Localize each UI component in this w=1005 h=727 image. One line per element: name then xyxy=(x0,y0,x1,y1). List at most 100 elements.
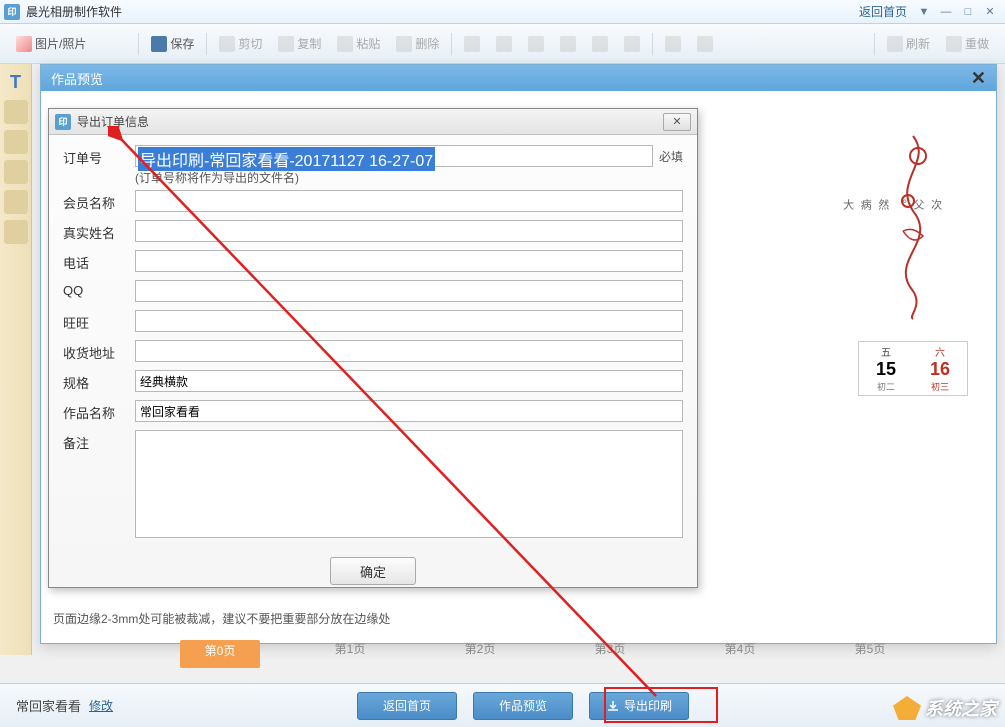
refresh-button[interactable]: 刷新 xyxy=(879,30,938,58)
paste-icon xyxy=(337,36,353,52)
work-input[interactable] xyxy=(135,400,683,422)
paste-button[interactable]: 粘贴 xyxy=(329,30,388,58)
generic-icon xyxy=(528,36,544,52)
qq-input[interactable] xyxy=(135,280,683,302)
cut-icon xyxy=(219,36,235,52)
remark-label: 备注 xyxy=(63,430,135,452)
export-icon xyxy=(606,699,620,713)
refresh-label: 刷新 xyxy=(906,35,930,52)
modify-link[interactable]: 修改 xyxy=(89,697,113,714)
watermark: 系统之家 xyxy=(893,695,997,721)
redo-icon xyxy=(946,36,962,52)
phone-input[interactable] xyxy=(135,250,683,272)
order-form: 订单号 导出印刷-常回家看看-20171127 16-27-07 (订单号称将作… xyxy=(49,135,697,595)
order-no-label: 订单号 xyxy=(63,145,135,167)
member-input[interactable] xyxy=(135,190,683,212)
tool-2[interactable] xyxy=(488,30,520,58)
generic-icon xyxy=(665,36,681,52)
title-bar: 印 晨光相册制作软件 返回首页 ▼ — □ ✕ xyxy=(0,0,1005,24)
bottom-bar: 常回家看看 修改 返回首页 作品预览 导出印刷 xyxy=(0,683,1005,727)
preview-button-label: 作品预览 xyxy=(499,697,547,714)
redo-label: 重做 xyxy=(965,35,989,52)
app-title: 晨光相册制作软件 xyxy=(26,3,122,20)
export-print-button[interactable]: 导出印刷 xyxy=(589,692,689,720)
generic-icon xyxy=(624,36,640,52)
export-order-dialog: 印 导出订单信息 ✕ 订单号 导出印刷-常回家看看-20171127 16-27… xyxy=(48,108,698,588)
address-input[interactable] xyxy=(135,340,683,362)
order-dialog-titlebar: 印 导出订单信息 ✕ xyxy=(49,109,697,135)
preview-header: 作品预览 ✕ xyxy=(41,65,996,91)
thumb-page-2[interactable]: 第2页 xyxy=(440,640,520,668)
address-label: 收货地址 xyxy=(63,340,135,362)
sidebar-tool-6[interactable] xyxy=(4,220,28,244)
copy-icon xyxy=(278,36,294,52)
cal-sub-15: 初二 xyxy=(861,380,911,393)
tool-7[interactable] xyxy=(657,30,689,58)
crop-hint-text: 页面边缘2-3mm处可能被裁减，建议不要把重要部分放在边缘处 xyxy=(53,610,390,627)
preview-title: 作品预览 xyxy=(51,69,103,88)
save-button[interactable]: 保存 xyxy=(143,30,202,58)
sidebar-tool-2[interactable] xyxy=(4,100,28,124)
preview-close-button[interactable]: ✕ xyxy=(971,68,986,89)
delete-icon xyxy=(396,36,412,52)
photo-icon xyxy=(16,36,32,52)
copy-label: 复制 xyxy=(297,35,321,52)
order-dialog-close-button[interactable]: ✕ xyxy=(663,113,691,131)
left-sidebar: T xyxy=(0,64,32,655)
tool-1[interactable] xyxy=(456,30,488,58)
sidebar-tool-3[interactable] xyxy=(4,130,28,154)
tool-4[interactable] xyxy=(552,30,584,58)
generic-icon xyxy=(560,36,576,52)
save-icon xyxy=(151,36,167,52)
sidebar-tool-5[interactable] xyxy=(4,190,28,214)
text-tool[interactable]: T xyxy=(4,70,28,94)
tool-3[interactable] xyxy=(520,30,552,58)
back-home-link[interactable]: 返回首页 xyxy=(859,3,907,20)
wangwang-label: 旺旺 xyxy=(63,310,135,332)
cal-header-6: 六 xyxy=(915,344,965,359)
cal-sub-16: 初三 xyxy=(915,380,965,393)
copy-button[interactable]: 复制 xyxy=(270,30,329,58)
tool-5[interactable] xyxy=(584,30,616,58)
app-icon: 印 xyxy=(4,4,20,20)
watermark-icon xyxy=(893,696,921,720)
maximize-button[interactable]: □ xyxy=(957,4,979,20)
spec-input[interactable] xyxy=(135,370,683,392)
thumb-page-3[interactable]: 第3页 xyxy=(570,640,650,668)
thumb-page-1[interactable]: 第1页 xyxy=(310,640,390,668)
photo-label: 图片/照片 xyxy=(35,35,86,52)
thumb-page-4[interactable]: 第4页 xyxy=(700,640,780,668)
cut-button[interactable]: 剪切 xyxy=(211,30,270,58)
sidebar-tool-4[interactable] xyxy=(4,160,28,184)
order-no-input[interactable]: 导出印刷-常回家看看-20171127 16-27-07 xyxy=(138,147,435,171)
thumb-page-0[interactable]: 第0页 xyxy=(180,640,260,668)
remark-textarea[interactable] xyxy=(135,430,683,538)
project-name: 常回家看看 xyxy=(16,696,81,715)
minimize-button[interactable]: — xyxy=(935,4,957,20)
generic-icon xyxy=(697,36,713,52)
preview-button[interactable]: 作品预览 xyxy=(473,692,573,720)
tool-8[interactable] xyxy=(689,30,721,58)
redo-button[interactable]: 重做 xyxy=(938,30,997,58)
delete-button[interactable]: 删除 xyxy=(388,30,447,58)
tool-6[interactable] xyxy=(616,30,648,58)
generic-icon xyxy=(464,36,480,52)
generic-icon xyxy=(496,36,512,52)
paste-label: 粘贴 xyxy=(356,35,380,52)
realname-input[interactable] xyxy=(135,220,683,242)
cal-header-5: 五 xyxy=(861,344,911,359)
export-button-label: 导出印刷 xyxy=(624,697,672,714)
ok-button[interactable]: 确定 xyxy=(330,557,416,585)
close-button[interactable]: ✕ xyxy=(979,4,1001,20)
work-label: 作品名称 xyxy=(63,400,135,422)
flourish-graphic xyxy=(883,131,943,321)
home-button[interactable]: 返回首页 xyxy=(357,692,457,720)
cal-day-16: 16 xyxy=(915,359,965,380)
dropdown-icon[interactable]: ▼ xyxy=(913,4,935,20)
order-dialog-icon: 印 xyxy=(55,114,71,130)
photo-panel-tab[interactable]: 图片/照片 xyxy=(8,30,94,58)
thumb-page-5[interactable]: 第5页 xyxy=(830,640,910,668)
generic-icon xyxy=(592,36,608,52)
wangwang-input[interactable] xyxy=(135,310,683,332)
phone-label: 电话 xyxy=(63,250,135,272)
